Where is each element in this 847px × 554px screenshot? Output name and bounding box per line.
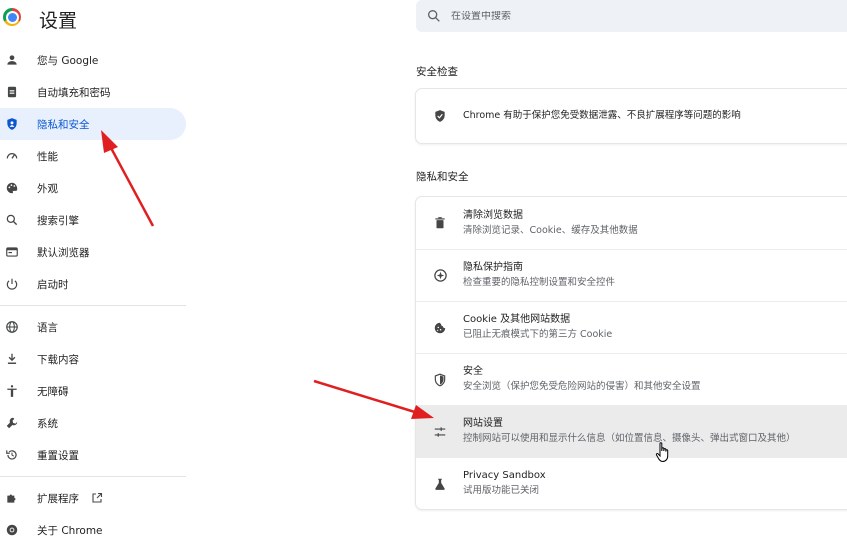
sidebar-item-privacy[interactable]: 隐私和安全 [0,108,186,140]
security-row[interactable]: 安全 安全浏览（保护您免受危险网站的侵害）和其他安全设置 [416,353,847,405]
cookies-row[interactable]: Cookie 及其他网站数据 已阻止无痕模式下的第三方 Cookie [416,301,847,353]
chrome-logo-icon [3,8,21,26]
sidebar-item-label: 无障碍 [37,385,69,398]
sidebar-item-default-browser[interactable]: 默认浏览器 [0,236,186,268]
row-subtitle: 控制网站可以使用和显示什么信息（如位置信息、摄像头、弹出式窗口及其他） [463,433,796,444]
sidebar-divider [0,476,186,477]
sidebar-item-label: 您与 Google [37,54,99,67]
row-title: 隐私保护指南 [463,262,523,273]
sidebar-item-label: 隐私和安全 [37,118,90,131]
sidebar-divider [0,305,186,306]
row-subtitle: 试用版功能已关闭 [463,485,540,496]
privacy-sandbox-row[interactable]: Privacy Sandbox 试用版功能已关闭 [416,457,847,509]
gauge-icon [4,148,20,164]
cookie-icon [432,320,448,336]
power-icon [4,276,20,292]
row-title: Privacy Sandbox [463,470,546,481]
sidebar-item-you-and-google[interactable]: 您与 Google [0,44,186,76]
sidebar-item-label: 外观 [37,182,58,195]
row-subtitle: 安全浏览（保护您免受危险网站的侵害）和其他安全设置 [463,381,701,392]
sidebar-item-extensions[interactable]: 扩展程序 [0,482,186,514]
row-title: Cookie 及其他网站数据 [463,314,571,325]
page-title: 设置 [39,10,78,32]
shield-icon [4,116,20,132]
shield-icon [432,372,448,388]
sidebar-item-label: 下载内容 [37,353,79,366]
palette-icon [4,180,20,196]
clipboard-icon [4,84,20,100]
sidebar-item-accessibility[interactable]: 无障碍 [0,375,186,407]
row-title: 网站设置 [463,418,503,429]
sidebar-item-label: 搜索引擎 [37,214,79,227]
safety-check-row[interactable]: Chrome 有助于保护您免受数据泄露、不良扩展程序等问题的影响 [416,89,847,143]
search-input[interactable] [451,10,751,22]
sidebar-item-performance[interactable]: 性能 [0,140,186,172]
globe-icon [4,319,20,335]
privacy-card: 清除浏览数据 清除浏览记录、Cookie、缓存及其他数据 隐私保护指南 检查重要… [416,197,847,509]
reset-icon [4,447,20,463]
sidebar-item-search-engine[interactable]: 搜索引擎 [0,204,186,236]
sidebar-item-downloads[interactable]: 下载内容 [0,343,186,375]
hand-cursor-icon [655,442,669,462]
sidebar-item-label: 语言 [37,321,58,334]
compass-icon [432,268,448,284]
wrench-icon [4,415,20,431]
row-subtitle: 已阻止无痕模式下的第三方 Cookie [463,329,613,340]
row-title: 安全 [463,366,483,377]
sidebar-item-label: 性能 [37,150,58,163]
site-settings-row[interactable]: 网站设置 控制网站可以使用和显示什么信息（如位置信息、摄像头、弹出式窗口及其他） [416,405,847,457]
search-bar[interactable] [416,0,847,32]
sidebar-item-on-startup[interactable]: 启动时 [0,268,186,300]
sidebar-item-label: 扩展程序 [37,492,79,505]
sidebar-item-appearance[interactable]: 外观 [0,172,186,204]
accessibility-icon [4,383,20,399]
trash-icon [432,215,448,231]
flask-icon [432,476,448,492]
search-icon [4,212,20,228]
row-title: 清除浏览数据 [463,209,523,221]
sidebar-item-label: 启动时 [37,278,69,291]
sidebar-item-label: 关于 Chrome [37,524,103,537]
person-icon [4,52,20,68]
sidebar-item-autofill[interactable]: 自动填充和密码 [0,76,186,108]
settings-page: 设置 您与 Google 自动填充和密码 隐私和安全 性能 外观 [0,0,847,554]
open-in-new-icon [92,492,103,503]
safety-check-card: Chrome 有助于保护您免受数据泄露、不良扩展程序等问题的影响 [416,89,847,143]
sidebar-item-reset[interactable]: 重置设置 [0,439,186,471]
tune-icon [432,424,448,440]
chrome-icon [4,522,20,538]
sidebar-item-system[interactable]: 系统 [0,407,186,439]
puzzle-icon [4,490,20,506]
sidebar: 您与 Google 自动填充和密码 隐私和安全 性能 外观 搜索引擎 默认浏览器 [0,44,190,546]
sidebar-item-label: 系统 [37,417,58,430]
row-subtitle: 检查重要的隐私控制设置和安全控件 [463,277,616,288]
row-subtitle: 清除浏览记录、Cookie、缓存及其他数据 [463,224,638,236]
safety-check-text: Chrome 有助于保护您免受数据泄露、不良扩展程序等问题的影响 [463,110,741,121]
safety-check-heading: 安全检查 [416,66,458,78]
shield-check-icon [432,108,448,124]
privacy-guide-row[interactable]: 隐私保护指南 检查重要的隐私控制设置和安全控件 [416,249,847,301]
sidebar-item-about-chrome[interactable]: 关于 Chrome [0,514,186,546]
sidebar-item-languages[interactable]: 语言 [0,311,186,343]
privacy-heading: 隐私和安全 [416,171,469,183]
download-icon [4,351,20,367]
browser-icon [4,244,20,260]
sidebar-item-label: 自动填充和密码 [37,86,111,99]
search-icon [428,10,440,22]
sidebar-item-label: 重置设置 [37,449,79,462]
sidebar-item-label: 默认浏览器 [37,246,90,259]
clear-browsing-data-row[interactable]: 清除浏览数据 清除浏览记录、Cookie、缓存及其他数据 [416,197,847,249]
